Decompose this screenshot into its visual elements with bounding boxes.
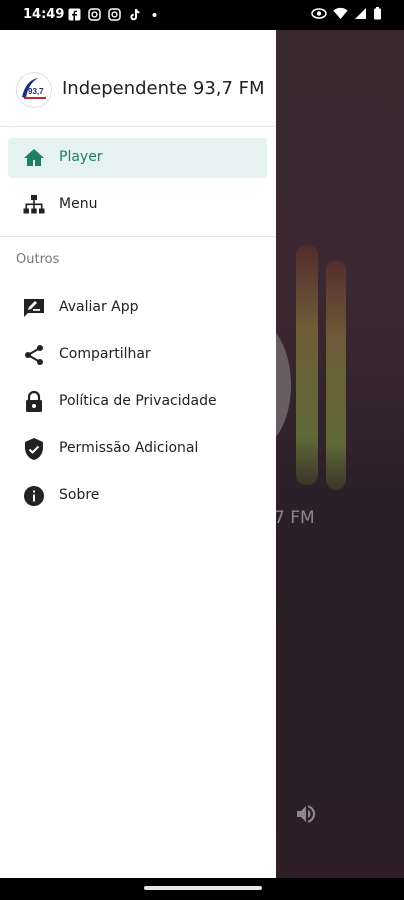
wifi-icon: [333, 7, 348, 19]
nav-item-permissao-adicional[interactable]: Permissão Adicional: [8, 429, 267, 469]
home-icon: [24, 149, 44, 166]
instagram-icon: [88, 8, 101, 21]
nav-item-label: Permissão Adicional: [59, 440, 199, 456]
svg-text:93,7: 93,7: [28, 87, 44, 96]
navigation-drawer: 93,7 Independente 93,7 FM Player Menu Ou…: [0, 30, 276, 878]
background-artwork: [276, 320, 291, 450]
station-logo-icon: 93,7: [17, 73, 51, 107]
dot-icon: [152, 13, 157, 17]
nav-item-label: Política de Privacidade: [59, 393, 217, 409]
background-station-title: 7 FM: [276, 508, 315, 528]
divider: [0, 236, 276, 237]
battery-icon: [374, 7, 381, 20]
player-background-scrim[interactable]: 7 FM: [276, 30, 404, 878]
nav-item-label: Avaliar App: [59, 299, 139, 315]
nav-item-label: Player: [59, 149, 103, 165]
background-light-bar: [326, 260, 346, 490]
drawer-header: 93,7 Independente 93,7 FM: [0, 30, 276, 127]
home-gesture-pill[interactable]: [144, 886, 262, 890]
shield-check-icon: [25, 438, 43, 460]
status-time: 14:49: [23, 7, 65, 22]
lock-icon: [26, 390, 42, 412]
status-bar: 14:49: [0, 0, 404, 30]
nav-item-menu[interactable]: Menu: [8, 185, 267, 225]
eye-icon: [311, 8, 327, 19]
signal-icon: [355, 8, 366, 19]
nav-item-compartilhar[interactable]: Compartilhar: [8, 335, 267, 375]
system-navigation-bar: [0, 878, 404, 900]
nav-item-politica-privacidade[interactable]: Política de Privacidade: [8, 382, 267, 422]
notification-icons: [68, 8, 161, 21]
section-title-outros: Outros: [16, 252, 60, 267]
nav-item-avaliar-app[interactable]: Avaliar App: [8, 288, 267, 328]
app-title: Independente 93,7 FM: [62, 78, 265, 99]
share-icon: [25, 345, 43, 365]
sitemap-icon: [23, 195, 45, 214]
nav-item-player[interactable]: Player: [8, 138, 267, 178]
tiktok-icon: [130, 9, 140, 21]
nav-item-label: Compartilhar: [59, 346, 151, 362]
station-logo: 93,7: [16, 72, 52, 108]
facebook-icon: [68, 8, 81, 21]
nav-item-sobre[interactable]: Sobre: [8, 476, 267, 516]
instagram-icon: [108, 8, 121, 21]
background-light-bar: [296, 245, 318, 485]
info-icon: [24, 486, 44, 506]
nav-item-label: Menu: [59, 196, 98, 212]
rate-review-icon: [24, 299, 44, 317]
system-icons: [311, 7, 382, 20]
nav-item-label: Sobre: [59, 487, 100, 503]
volume-icon: [297, 805, 316, 823]
